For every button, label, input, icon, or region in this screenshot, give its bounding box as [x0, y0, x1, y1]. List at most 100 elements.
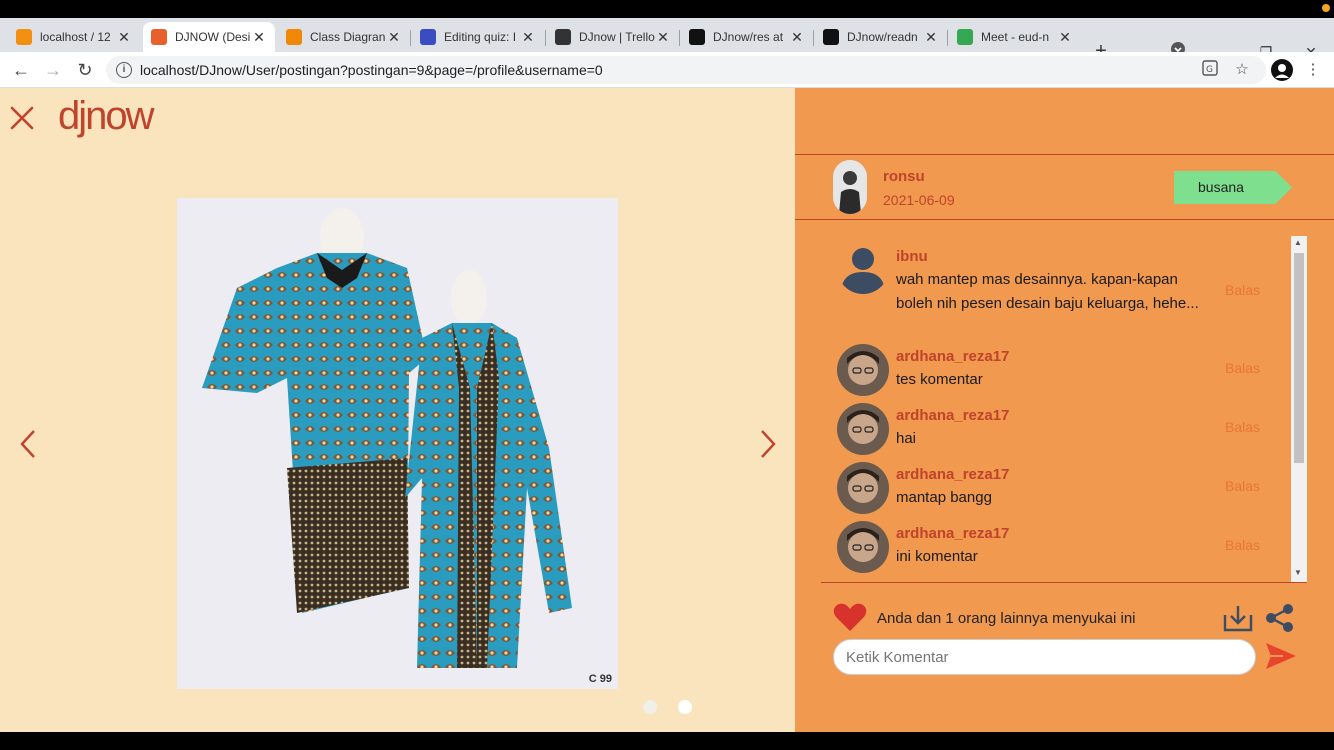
tab-title: DJnow/res at [713, 30, 784, 44]
tab-favicon-icon [689, 29, 705, 45]
poster-avatar[interactable] [833, 160, 867, 214]
tab-separator [679, 30, 680, 46]
comment-username[interactable]: ardhana_reza17 [896, 407, 1009, 424]
comment-item: ardhana_reza17 hai Balas [821, 403, 1291, 459]
browser-tab[interactable]: DJnow/res at ✕ [681, 22, 813, 52]
image-viewer-panel: djnow C 99 [0, 88, 795, 732]
previous-image-arrow[interactable] [18, 428, 38, 460]
address-bar[interactable]: i localhost/DJnow/User/postingan?posting… [106, 56, 1266, 84]
tab-title: Meet - eud-n [981, 30, 1050, 44]
comment-username[interactable]: ardhana_reza17 [896, 348, 1009, 365]
reply-button[interactable]: Balas [1225, 419, 1260, 435]
heart-like-icon[interactable] [833, 602, 867, 637]
browser-tab[interactable]: DJnow/readn ✕ [815, 22, 947, 52]
tab-favicon-icon [957, 29, 973, 45]
comment-item: ibnu wah mantep mas desainnya. kapan-kap… [821, 238, 1291, 342]
browser-tab[interactable]: Class Diagran ✕ [278, 22, 410, 52]
comment-scrollbar-thumb[interactable] [1294, 253, 1304, 463]
tab-close-icon[interactable]: ✕ [386, 29, 402, 46]
share-icon[interactable] [1264, 603, 1296, 638]
tab-favicon-icon [420, 29, 436, 45]
carousel-dot-1[interactable] [643, 700, 657, 714]
tab-title: DJnow | Trello [579, 30, 655, 44]
tab-title: Class Diagran [310, 30, 386, 44]
browser-tab[interactable]: Meet - eud-n ✕ [949, 22, 1081, 52]
browser-tab[interactable]: Editing quiz: I ✕ [412, 22, 544, 52]
tab-close-icon[interactable]: ✕ [520, 29, 536, 46]
tab-close-icon[interactable]: ✕ [1057, 29, 1073, 46]
translate-icon[interactable]: G [1200, 60, 1220, 80]
comment-text: ini komentar [896, 548, 978, 565]
tab-separator [947, 30, 948, 46]
tab-strip: localhost / 12 ✕ DJNOW (Desi ✕ Class Diagran… [0, 18, 1334, 62]
back-button[interactable]: ← [9, 58, 33, 82]
tab-favicon-icon [555, 29, 571, 45]
user-avatar [837, 403, 889, 455]
category-tag[interactable]: busana [1174, 171, 1292, 204]
screen-bottom-bar [0, 732, 1334, 750]
comment-list[interactable]: ibnu wah mantep mas desainnya. kapan-kap… [821, 238, 1307, 582]
default-user-avatar-icon [837, 242, 889, 294]
tab-separator [410, 30, 411, 46]
user-avatar [837, 344, 889, 396]
tab-title: DJnow/readn [847, 30, 918, 44]
reply-button[interactable]: Balas [1225, 537, 1260, 553]
recording-indicator [1322, 4, 1330, 12]
tab-close-icon[interactable]: ✕ [116, 29, 132, 46]
tab-title: localhost / 12 [40, 30, 111, 44]
comment-username[interactable]: ibnu [896, 248, 928, 265]
url-text[interactable]: localhost/DJnow/User/postingan?postingan… [140, 62, 603, 78]
tab-favicon-icon [823, 29, 839, 45]
comment-username[interactable]: ardhana_reza17 [896, 525, 1009, 542]
scroll-up-arrow-icon[interactable]: ▲ [1294, 238, 1302, 247]
scroll-down-arrow-icon[interactable]: ▼ [1294, 568, 1302, 577]
tab-close-icon[interactable]: ✕ [789, 29, 805, 46]
likes-summary: Anda dan 1 orang lainnya menyukai ini [877, 610, 1136, 627]
send-comment-icon[interactable] [1265, 642, 1297, 675]
user-avatar [837, 521, 889, 573]
carousel-dot-2[interactable] [678, 700, 692, 714]
comment-text: wah mantep mas desainnya. kapan-kapan bo… [896, 271, 1199, 312]
tab-favicon-icon [16, 29, 32, 45]
tab-close-icon[interactable]: ✕ [923, 29, 939, 46]
comment-text: mantap bangg [896, 489, 992, 506]
poster-username[interactable]: ronsu [883, 168, 925, 185]
comment-item: ardhana_reza17 mantap bangg Balas [821, 462, 1291, 518]
tab-close-icon[interactable]: ✕ [655, 29, 671, 46]
divider [821, 582, 1307, 583]
tab-favicon-icon [286, 29, 302, 45]
comment-text: hai [896, 430, 917, 447]
reply-button[interactable]: Balas [1225, 360, 1260, 376]
browser-tab[interactable]: DJNOW (Desi ✕ [143, 22, 275, 52]
forward-button[interactable]: → [41, 58, 65, 82]
profile-avatar-icon[interactable] [1270, 58, 1294, 82]
tab-title: Editing quiz: I [444, 30, 517, 44]
screen-top-bar [0, 0, 1334, 18]
browser-menu-icon[interactable]: ⋮ [1303, 60, 1323, 80]
photo-code-label: C 99 [588, 673, 612, 685]
browser-tab[interactable]: DJnow | Trello ✕ [547, 22, 679, 52]
tab-title: DJNOW (Desi [175, 30, 251, 44]
reply-button[interactable]: Balas [1225, 282, 1260, 298]
reload-button[interactable]: ↻ [73, 58, 97, 82]
comment-text: tes komentar [896, 371, 983, 388]
bookmark-star-icon[interactable]: ☆ [1232, 60, 1252, 80]
browser-tab[interactable]: localhost / 12 ✕ [8, 22, 140, 52]
divider [795, 154, 1334, 155]
browser-toolbar: ← → ↻ i localhost/DJnow/User/postingan?p… [0, 52, 1334, 88]
reply-button[interactable]: Balas [1225, 478, 1260, 494]
site-info-icon[interactable]: i [116, 62, 132, 78]
tab-separator [545, 30, 546, 46]
post-date: 2021-06-09 [883, 192, 955, 208]
next-image-arrow[interactable] [758, 428, 778, 460]
tab-close-icon[interactable]: ✕ [251, 29, 267, 46]
post-image: C 99 [177, 198, 618, 689]
svg-text:G: G [1206, 65, 1213, 75]
post-detail-page: djnow C 99 ronsu 2021-06-09 busana ibnu … [0, 88, 1334, 732]
download-icon[interactable] [1222, 603, 1254, 638]
comment-username[interactable]: ardhana_reza17 [896, 466, 1009, 483]
close-icon[interactable] [8, 104, 36, 132]
user-avatar [837, 462, 889, 514]
comment-input[interactable] [833, 639, 1256, 675]
djnow-logo[interactable]: djnow [58, 94, 155, 139]
